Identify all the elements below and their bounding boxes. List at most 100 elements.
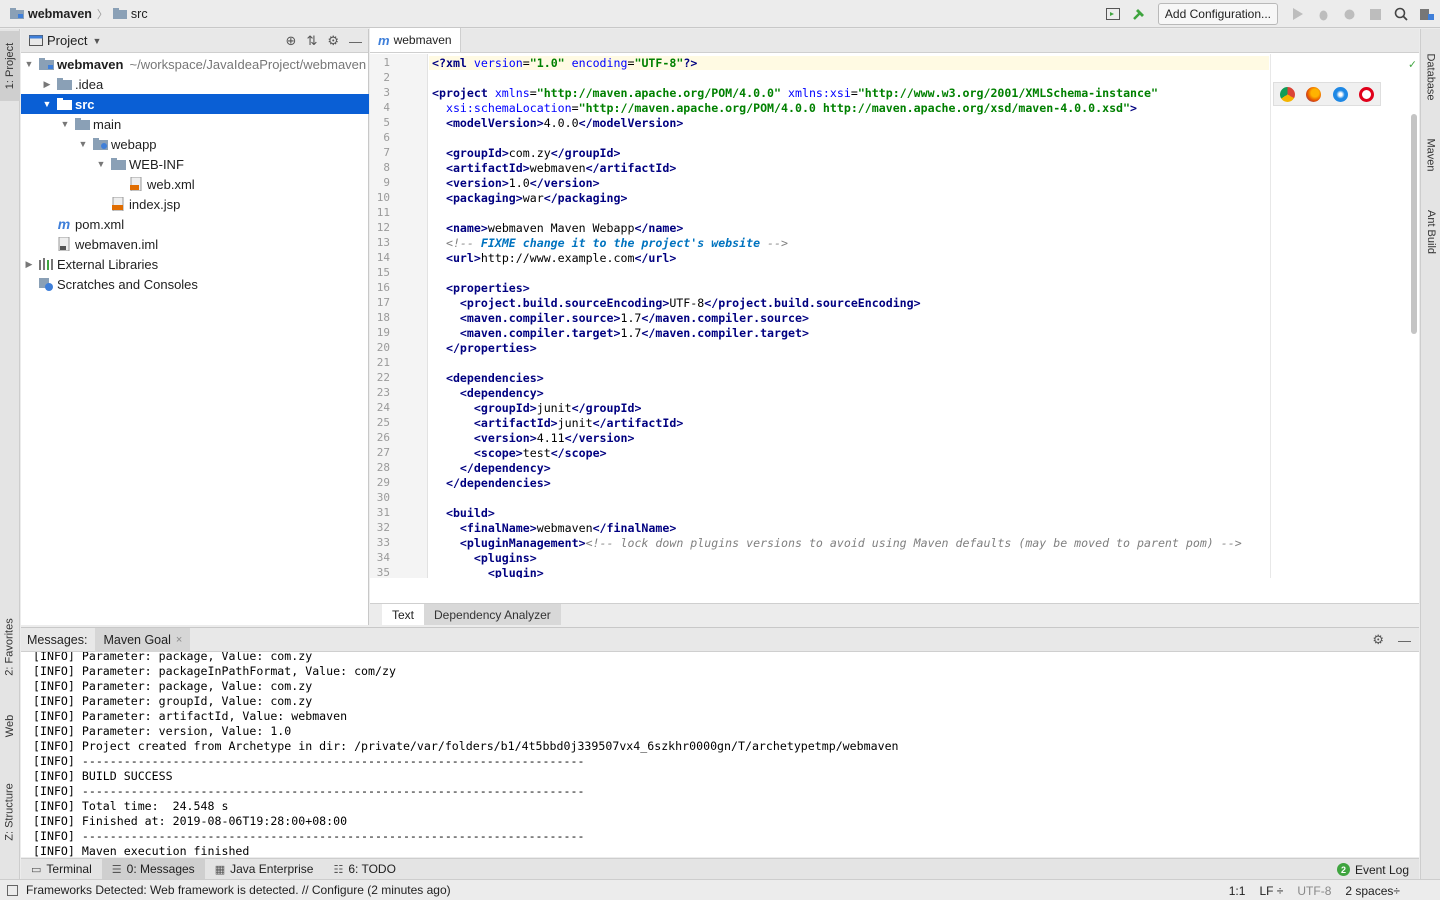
firefox-icon[interactable] (1306, 86, 1322, 102)
tree-item[interactable]: web.xml (21, 174, 369, 194)
tree-item[interactable]: ▶ .idea (21, 74, 369, 94)
coverage-icon[interactable] (1336, 0, 1362, 28)
code-line: </dependency> (459, 461, 551, 475)
line-number: 26 (376, 431, 390, 444)
tool-tab-java-enterprise[interactable]: ▦ Java Enterprise (205, 859, 324, 880)
collapsed-arrow-icon[interactable]: ▶ (23, 259, 35, 270)
close-icon[interactable]: × (176, 634, 182, 646)
breadcrumb-folder[interactable]: src (131, 7, 148, 21)
editor-tabs: m webmaven (370, 28, 1419, 53)
tree-item-path: ~/workspace/JavaIdeaProject/webmaven (129, 56, 367, 72)
tree-item[interactable]: ▼ webmaven ~/workspace/JavaIdeaProject/web… (21, 54, 369, 74)
tree-item[interactable]: Scratches and Consoles (21, 274, 369, 294)
stop-icon[interactable] (1362, 0, 1388, 28)
tool-tab-messages[interactable]: ☰ 0: Messages (101, 858, 205, 880)
gear-icon[interactable]: ⚙ (327, 33, 339, 49)
code-line: <plugin> (487, 566, 544, 578)
expand-arrow-icon[interactable]: ▼ (95, 159, 107, 169)
chevron-down-icon[interactable]: ▼ (92, 36, 101, 46)
expand-arrow-icon[interactable]: ▼ (41, 99, 53, 109)
maven-log[interactable]: [INFO] Parameter: package, Value: com.zy… (33, 652, 1413, 858)
run-icon[interactable] (1284, 0, 1310, 28)
right-margin-guide (1270, 54, 1271, 578)
collapse-all-icon[interactable]: ⇅ (306, 33, 317, 49)
tab-text[interactable]: Text (382, 604, 425, 625)
tool-tab-web[interactable]: Web (0, 701, 20, 751)
tool-tab-project[interactable]: 1: Project (0, 31, 20, 101)
run-toolbar: Add Configuration... (1100, 0, 1440, 28)
tree-item-label: index.jsp (129, 196, 181, 212)
safari-icon[interactable] (1332, 86, 1348, 102)
tree-item[interactable]: ▼ webapp (21, 134, 369, 154)
code-line: <version>4.11</version> (473, 431, 635, 445)
expand-arrow-icon[interactable]: ▼ (77, 139, 89, 149)
tab-dependency-analyzer[interactable]: Dependency Analyzer (424, 604, 561, 625)
project-panel-header: Project ▼ ⊕ ⇅ ⚙ — (21, 29, 368, 53)
add-configuration-button[interactable]: Add Configuration... (1157, 3, 1278, 25)
opera-icon[interactable] (1359, 86, 1375, 102)
caret-position[interactable]: 1:1 (1229, 884, 1246, 898)
tree-item[interactable]: index.jsp (21, 194, 369, 214)
tree-item-label: Scratches and Consoles (57, 276, 198, 292)
todo-icon: ☷ (333, 863, 344, 876)
expand-arrow-icon[interactable]: ▼ (59, 119, 71, 129)
file-encoding[interactable]: UTF-8 (1297, 884, 1331, 898)
tree-item-label: main (93, 116, 122, 132)
chrome-icon[interactable] (1279, 86, 1295, 102)
tool-tab-terminal[interactable]: ▭ Terminal (21, 859, 102, 880)
tool-tab-project-label: 1: Project (4, 42, 16, 90)
search-icon[interactable] (1388, 0, 1414, 28)
tree-item[interactable]: webmaven.iml (21, 234, 369, 254)
right-tool-strip: Database Maven Ant Build (1420, 29, 1440, 879)
tree-item[interactable]: ▼ src (21, 94, 369, 114)
editor-scrollbar[interactable] (1411, 114, 1417, 334)
line-number: 5 (383, 116, 390, 129)
tool-tab-favorites-label: 2: Favorites (4, 618, 16, 676)
code-line: </properties> (445, 341, 537, 355)
indent-setting[interactable]: 2 spaces÷ (1345, 884, 1400, 898)
tool-tab-ant-build[interactable]: Ant Build (1421, 197, 1440, 267)
tree-item[interactable]: ▶ External Libraries (21, 254, 369, 274)
folder-icon (112, 8, 127, 19)
line-number: 18 (376, 311, 390, 324)
code-area[interactable]: 1 2 3 4 5 6 7 8 9 10 11 12 13 14 15 16 17 18 19 20 21 22 23 24 2… (370, 54, 1419, 578)
editor-tab-pom[interactable]: m webmaven (370, 28, 461, 52)
line-separator[interactable]: LF ÷ (1259, 884, 1283, 898)
tree-item-label: webmaven (57, 56, 124, 72)
run-window-icon[interactable] (1100, 0, 1126, 28)
log-line: [INFO] Parameter: package, Value: com.zy (33, 679, 313, 693)
build-hammer-icon[interactable] (1126, 0, 1152, 28)
project-structure-icon[interactable] (1414, 0, 1440, 28)
breadcrumb-project[interactable]: webmaven (28, 7, 92, 21)
status-message[interactable]: Frameworks Detected: Web framework is de… (26, 883, 451, 897)
expand-arrow-icon[interactable]: ▼ (23, 59, 35, 69)
tree-item[interactable]: m pom.xml (21, 214, 369, 234)
tool-tab-database[interactable]: Database (1421, 37, 1440, 117)
tool-tab-structure-label: Z: Structure (4, 783, 16, 841)
tool-tab-structure[interactable]: Z: Structure (0, 767, 20, 857)
code-line: <name>webmaven Maven Webapp</name> (445, 221, 684, 235)
line-number: 19 (376, 326, 390, 339)
debug-icon[interactable] (1310, 0, 1336, 28)
line-number: 29 (376, 476, 390, 489)
line-number: 20 (376, 341, 390, 354)
tool-tab-maven[interactable]: Maven (1421, 125, 1440, 185)
tree-item[interactable]: ▼ WEB-INF (21, 154, 369, 174)
tool-tab-todo[interactable]: ☷ 6: TODO (323, 859, 405, 880)
tool-tab-favorites[interactable]: 2: Favorites (0, 607, 20, 687)
tab-maven-goal[interactable]: Maven Goal × (95, 627, 191, 652)
locate-file-icon[interactable]: ⊕ (286, 33, 297, 49)
collapsed-arrow-icon[interactable]: ▶ (41, 79, 53, 90)
gear-icon[interactable]: ⚙ (1372, 632, 1384, 648)
code-line: <packaging>war</packaging> (445, 191, 628, 205)
module-folder-icon (38, 57, 54, 71)
minimize-icon[interactable]: — (1398, 633, 1411, 648)
code-line: <properties> (445, 281, 530, 295)
project-view-icon (29, 35, 43, 46)
event-log-button[interactable]: 2 Event Log (1336, 859, 1409, 880)
project-view-selector[interactable]: Project (47, 33, 87, 48)
minimize-icon[interactable]: — (349, 34, 362, 49)
status-toggle-icon[interactable] (7, 884, 18, 896)
log-line: [INFO] Parameter: artifactId, Value: web… (33, 709, 348, 723)
tree-item[interactable]: ▼ main (21, 114, 369, 134)
